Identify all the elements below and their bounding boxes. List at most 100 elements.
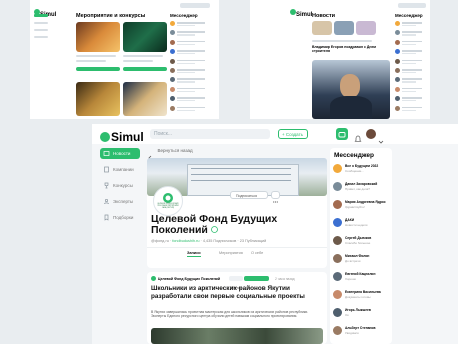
screenshot-events: Simul Мероприятие и конкурсы Мессенджер xyxy=(30,0,219,119)
sidebar-item-1[interactable]: Компании xyxy=(100,164,140,175)
chat-item[interactable]: Сергей Дьячков Спасибо большое xyxy=(333,234,391,250)
sidebar-item-label: Эксперты xyxy=(113,199,134,204)
chat-item[interactable]: Данил Захаровский Привет, как дела? xyxy=(333,180,391,196)
tab-2[interactable]: О себе xyxy=(251,251,263,255)
building-icon xyxy=(104,166,109,173)
chat-item[interactable]: Екатерина Васильева Документы готовы xyxy=(333,288,391,304)
mini-chat-item[interactable] xyxy=(170,39,216,47)
more-button[interactable] xyxy=(271,191,280,203)
divider xyxy=(147,247,327,248)
post-author[interactable]: Целевой Фонд Будущих Поколений xyxy=(158,277,220,281)
sidebar-item-label: Конкурсы xyxy=(113,183,133,188)
logo[interactable]: Simul xyxy=(290,3,312,21)
mini-chat-item[interactable] xyxy=(395,67,429,75)
post-tag[interactable]: Конференция xyxy=(244,276,270,290)
mini-chat-avatar xyxy=(170,30,175,36)
mini-chat-line xyxy=(402,31,423,33)
messenger-title: Мессенджер xyxy=(170,13,198,18)
logo[interactable]: Simul xyxy=(34,3,56,21)
page-title: Новости xyxy=(312,13,336,19)
mini-chat-item[interactable] xyxy=(170,67,216,75)
mini-chat-item[interactable] xyxy=(395,95,429,103)
sidebar-item-3[interactable]: Эксперты xyxy=(100,196,140,207)
chat-item[interactable]: Игорь Лыкшеев Ок xyxy=(333,306,391,322)
mini-chat-line xyxy=(402,69,423,71)
sidebar-item-2[interactable]: Конкурсы xyxy=(100,180,140,191)
header-actions[interactable] xyxy=(398,3,426,8)
event-card-image[interactable] xyxy=(76,82,120,116)
chat-avatar xyxy=(333,290,342,299)
event-card-image[interactable] xyxy=(123,22,167,52)
mini-chat-item[interactable] xyxy=(395,86,429,94)
mini-chat-line xyxy=(402,40,423,43)
story-thumb[interactable] xyxy=(312,21,332,35)
mini-chat-item[interactable] xyxy=(395,29,429,37)
post-title: Владимир Егоров поздравил с Днем строите… xyxy=(312,45,376,53)
publications-count: 23 Публикаций xyxy=(239,239,267,243)
mini-chat-item[interactable] xyxy=(170,105,216,113)
mini-chat-line xyxy=(177,40,205,43)
org-handle: @фонд.ru xyxy=(151,239,169,243)
mini-chat-item[interactable] xyxy=(170,95,216,103)
mini-chat-item[interactable] xyxy=(170,58,216,66)
event-card-image[interactable] xyxy=(76,22,120,52)
chat-preview: Документы готовы xyxy=(345,295,371,299)
screenshot-news: Simul Новости Владимир Егоров поздравил … xyxy=(250,0,430,119)
search-input[interactable]: Поиск... xyxy=(150,129,270,139)
mini-chat-item[interactable] xyxy=(170,86,216,94)
mini-chat-line xyxy=(402,106,423,109)
event-button[interactable] xyxy=(123,67,167,71)
chat-item[interactable]: Мария Андреевна Ядрос Здравствуйте! xyxy=(333,198,391,214)
sidebar-item-0[interactable]: Новости xyxy=(100,148,140,159)
chat-item[interactable]: Евгений Кацнилин Хорошо xyxy=(333,270,391,286)
post-tag[interactable]: Якутск xyxy=(229,276,244,290)
messenger-title: Мессенджер xyxy=(334,152,374,159)
mini-chat-avatar xyxy=(395,21,400,26)
mini-chat-line xyxy=(177,109,196,111)
mini-chat-item[interactable] xyxy=(395,76,429,84)
tab-0[interactable]: Записи xyxy=(187,251,201,257)
create-button-label: + Создать xyxy=(282,132,303,137)
subscribe-button[interactable]: Подписаться xyxy=(230,191,268,199)
mini-chat-line xyxy=(177,62,196,64)
mini-chat-avatar xyxy=(170,68,175,73)
sidebar-item-label: Компании xyxy=(113,167,134,172)
mini-chat-item[interactable] xyxy=(395,20,429,28)
chevron-down-icon[interactable] xyxy=(378,132,384,144)
profile-tabs: Записи Мероприятия О себе xyxy=(187,251,307,259)
create-button[interactable]: + Создать xyxy=(278,129,308,139)
mini-chat-item[interactable] xyxy=(395,105,429,113)
bell-icon[interactable] xyxy=(354,130,362,142)
mini-chat-item[interactable] xyxy=(395,48,429,56)
avatar[interactable] xyxy=(366,129,376,139)
org-site-link[interactable]: fondbudushih.ru xyxy=(172,239,199,243)
chat-item[interactable]: Все о Будущем 2022 Сообщение... xyxy=(333,162,391,178)
chat-icon[interactable] xyxy=(336,128,348,140)
mini-chat-item[interactable] xyxy=(170,76,216,84)
mini-chat-line xyxy=(177,31,205,33)
mini-chat-avatar xyxy=(170,21,175,26)
mini-chat-item[interactable] xyxy=(395,58,429,66)
chat-item[interactable]: Михаил Фолин До встречи xyxy=(333,252,391,268)
mini-chat-item[interactable] xyxy=(170,20,216,28)
event-card-image[interactable] xyxy=(123,82,167,116)
chat-avatar xyxy=(333,182,342,191)
logo[interactable]: Simul xyxy=(100,128,144,146)
mini-chat-line xyxy=(177,72,196,74)
event-button[interactable] xyxy=(76,67,120,71)
story-thumb[interactable] xyxy=(334,21,354,35)
tab-1[interactable]: Мероприятия xyxy=(219,251,243,255)
mini-chat-item[interactable] xyxy=(395,39,429,47)
header-actions[interactable] xyxy=(180,3,210,8)
mini-chat-item[interactable] xyxy=(170,29,216,37)
mini-chat-avatar xyxy=(395,58,400,64)
sidebar-item-4[interactable]: Подборки xyxy=(100,212,140,223)
mini-chat-avatar xyxy=(395,39,400,45)
mini-chat-item[interactable] xyxy=(170,48,216,56)
chat-name: Сергей Дьячков xyxy=(345,236,372,240)
story-thumb[interactable] xyxy=(356,21,376,35)
post-title[interactable]: Школьники из арктических районов Якутии … xyxy=(151,285,321,300)
sidebar-active[interactable] xyxy=(34,14,48,17)
chat-item[interactable]: Альберт Степанов Увидимся xyxy=(333,324,391,340)
chat-item[interactable]: ДАКИ Новости недели xyxy=(333,216,391,232)
